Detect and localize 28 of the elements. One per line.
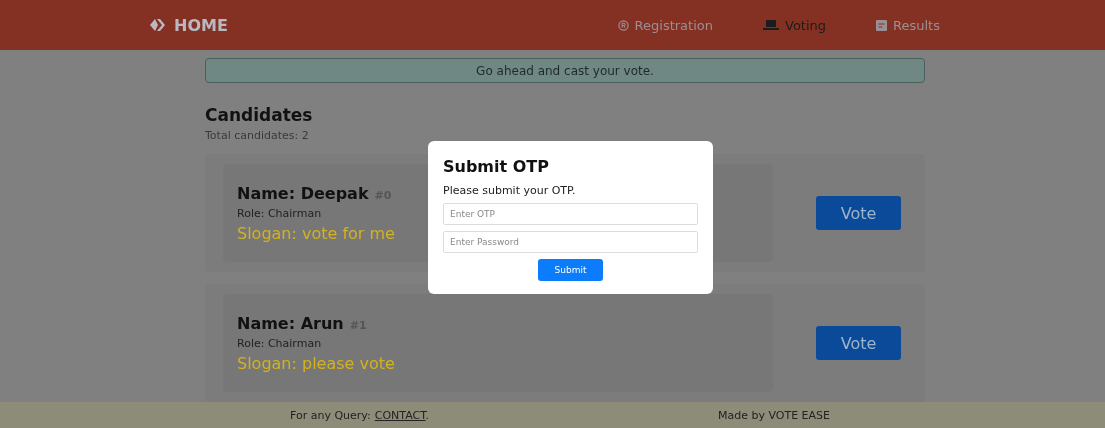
nav-link[interactable]: Voting bbox=[763, 17, 827, 33]
nav-link[interactable]: Registration bbox=[617, 17, 713, 33]
candidate-role: Role: Chairman bbox=[237, 336, 322, 350]
candidate-name: Name: Arun bbox=[237, 313, 344, 333]
laptop-icon bbox=[763, 19, 779, 31]
vote-button[interactable]: Vote bbox=[816, 196, 901, 230]
alert-banner: Go ahead and cast your vote. bbox=[205, 58, 925, 83]
input-field[interactable]: Enter Password bbox=[443, 231, 698, 253]
period-text: . bbox=[425, 408, 430, 422]
registered-icon bbox=[617, 19, 629, 31]
candidate-name: Name: Deepak bbox=[237, 183, 369, 203]
submit-button[interactable]: Submit bbox=[538, 259, 603, 281]
contact-link[interactable]: CONTACT bbox=[374, 408, 426, 422]
dialog-message: Please submit your OTP. bbox=[443, 184, 577, 197]
nav-link[interactable]: Results bbox=[876, 17, 940, 33]
brand-link[interactable]: HOME bbox=[174, 15, 228, 35]
vote-button[interactable]: Vote bbox=[816, 326, 901, 360]
credit-text: Made by VOTE EASE bbox=[717, 408, 830, 422]
section-title: Candidates bbox=[205, 105, 314, 125]
candidate-slogan: Slogan: please vote bbox=[237, 353, 395, 373]
candidate-slogan: Slogan: vote for me bbox=[237, 223, 395, 243]
dialog-title: Submit OTP bbox=[443, 157, 550, 176]
document-icon bbox=[876, 19, 888, 31]
query-label: For any Query: bbox=[290, 408, 371, 422]
candidate-count: Total candidates: 2 bbox=[205, 129, 310, 142]
input-field[interactable]: Enter OTP bbox=[443, 203, 698, 225]
chevrons-icon bbox=[150, 18, 168, 32]
candidate-role: Role: Chairman bbox=[237, 206, 322, 220]
